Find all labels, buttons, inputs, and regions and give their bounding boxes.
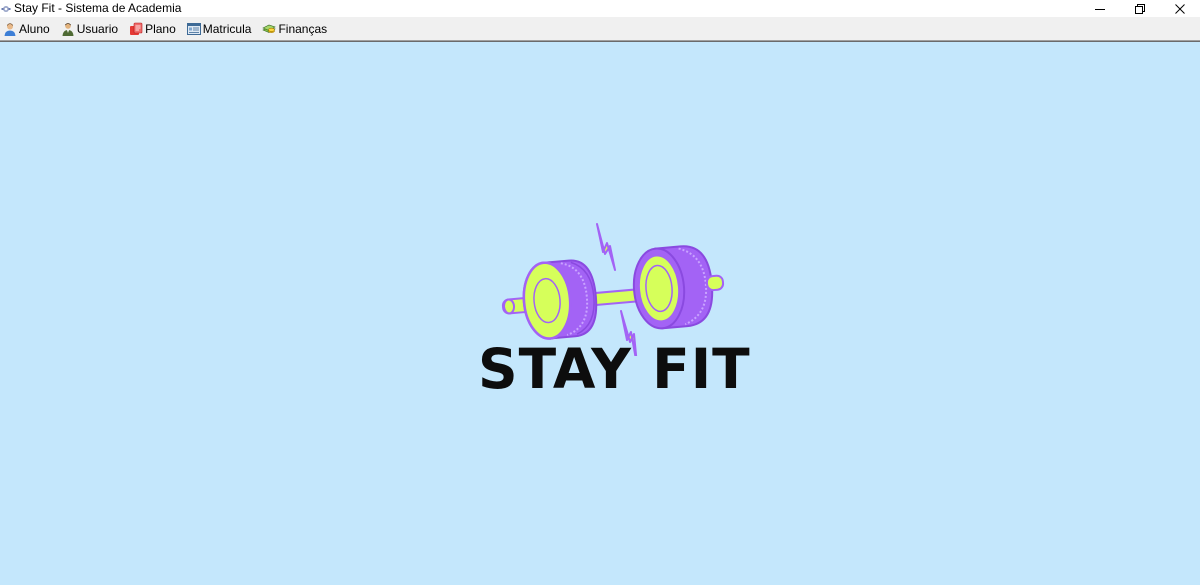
minimize-icon <box>1095 8 1105 10</box>
enrollment-icon <box>186 22 201 35</box>
plan-icon <box>130 22 143 35</box>
left-weight-plate <box>522 259 598 340</box>
app-icon <box>1 5 11 12</box>
close-button[interactable] <box>1160 0 1200 17</box>
student-icon <box>4 22 16 36</box>
lightning-icon <box>596 223 616 271</box>
menu-label-financas: Finanças <box>278 21 328 36</box>
stay-fit-dumbbell-logo <box>501 223 725 356</box>
menu-item-plano[interactable]: Plano <box>126 19 184 39</box>
menu-label-usuario: Usuario <box>76 21 119 36</box>
menu-item-aluno[interactable]: Aluno <box>0 19 58 39</box>
window-controls <box>1080 0 1200 17</box>
menu-item-financas[interactable]: Finanças <box>259 19 335 39</box>
right-weight-plate <box>632 245 714 330</box>
app-window: Stay Fit - Sistema de Academia Aluno Usu… <box>0 0 1200 585</box>
menu-label-matricula: Matricula <box>202 21 252 36</box>
menu-bar: Aluno Usuario Plano Matricula Finanças <box>0 17 1200 41</box>
menu-label-plano: Plano <box>145 21 176 36</box>
close-icon <box>1175 3 1185 14</box>
minimize-button[interactable] <box>1080 0 1120 17</box>
right-end-cap <box>705 274 725 292</box>
finance-icon <box>262 24 277 33</box>
logo-wordmark: STAY FIT <box>478 337 751 401</box>
menu-item-usuario[interactable]: Usuario <box>58 19 126 39</box>
window-title: Stay Fit - Sistema de Academia <box>14 1 182 15</box>
menu-label-aluno: Aluno <box>19 21 50 36</box>
restore-icon <box>1135 3 1145 14</box>
menu-item-matricula[interactable]: Matricula <box>184 19 260 39</box>
title-bar: Stay Fit - Sistema de Academia <box>0 0 1200 17</box>
user-icon <box>62 22 74 36</box>
restore-button[interactable] <box>1120 0 1160 17</box>
